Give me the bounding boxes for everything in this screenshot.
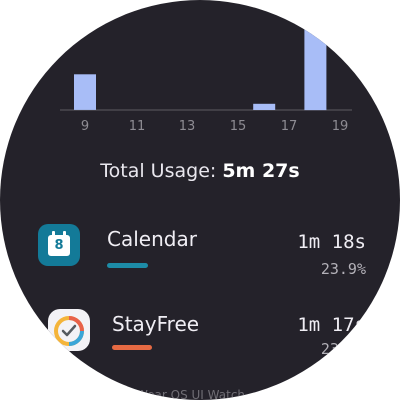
- x-tick-label: 11: [128, 119, 146, 134]
- calendar-ring-right: [63, 231, 66, 238]
- calendar-ring-left: [52, 231, 55, 238]
- app-name: StayFree: [112, 312, 200, 336]
- total-usage: Total Usage: 5m 27s: [0, 160, 400, 182]
- x-tick-label: 19: [331, 119, 349, 134]
- app-row-stayfree[interactable]: StayFree 1m 17s 23.5%: [0, 305, 400, 375]
- x-tick-label: 13: [178, 119, 196, 134]
- app-time: 1m 18s: [297, 231, 366, 253]
- footer-text: Wear OS UI Watch: [136, 388, 246, 400]
- app-usage-bar: [112, 345, 152, 350]
- chart-bar-18: [304, 24, 327, 111]
- app-name: Calendar: [107, 227, 197, 251]
- x-tick-label: 9: [80, 119, 90, 134]
- x-tick-label: 15: [229, 119, 247, 134]
- calendar-icon: 8: [38, 224, 80, 266]
- stayfree-icon-graphic: [54, 316, 84, 346]
- app-percent: 23.5%: [320, 340, 366, 358]
- total-usage-value: 5m 27s: [222, 160, 300, 182]
- app-percent: 23.9%: [320, 260, 366, 278]
- watch-screen: 9 11 13 15 17 19 Total Usage: 5m 27s 8 C…: [0, 0, 400, 400]
- calendar-page-glyph: 8: [48, 231, 70, 256]
- total-usage-label: Total Usage:: [100, 160, 217, 182]
- x-tick-label: 17: [280, 119, 298, 134]
- chart-bar-16: [253, 103, 276, 110]
- stayfree-icon: [48, 309, 90, 351]
- app-row-calendar[interactable]: 8 Calendar 1m 18s 23.9%: [0, 222, 400, 292]
- app-time: 1m 17s: [297, 314, 366, 336]
- chart-bar-9: [74, 74, 96, 110]
- app-usage-bar: [107, 263, 148, 268]
- calendar-icon-day: 8: [54, 238, 64, 253]
